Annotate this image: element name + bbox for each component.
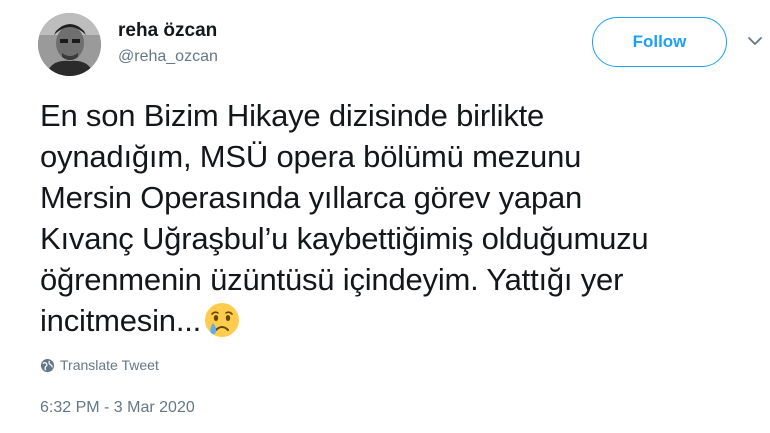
crying-face-emoji bbox=[205, 303, 240, 337]
tweet-text: En son Bizim Hikaye dizisinde birlikte o… bbox=[40, 95, 760, 341]
author-name[interactable]: reha özcan bbox=[118, 20, 217, 42]
tweet-card: reha özcan @reha_ozcan Follow En son Biz… bbox=[0, 0, 770, 433]
tweet-text-line: Mersin Operasında yıllarca görev yapan bbox=[40, 180, 583, 215]
tweet-text-line: En son Bizim Hikaye dizisinde birlikte bbox=[40, 98, 545, 133]
translate-tweet-link[interactable]: Translate Tweet bbox=[40, 357, 159, 373]
tweet-text-last-line: incitmesin... bbox=[40, 300, 760, 341]
avatar-image bbox=[38, 13, 101, 76]
avatar[interactable] bbox=[38, 13, 101, 76]
tweet-text-line: incitmesin... bbox=[40, 303, 202, 338]
translate-label[interactable]: Translate Tweet bbox=[60, 357, 159, 373]
tweet-text-line: oynadığım, MSÜ opera bölümü mezunu bbox=[40, 139, 582, 174]
follow-button[interactable]: Follow bbox=[592, 17, 727, 67]
globe-icon bbox=[40, 358, 55, 372]
tweet-text-line: Kıvanç Uğraşbul’u kaybettiğimiş olduğumu… bbox=[40, 221, 649, 256]
chevron-down-icon[interactable] bbox=[746, 34, 764, 48]
tweet-text-line: öğrenmenin üzüntüsü içindeyim. Yattığı y… bbox=[40, 262, 624, 297]
tweet-timestamp[interactable]: 6:32 PM - 3 Mar 2020 bbox=[40, 399, 195, 417]
author-handle[interactable]: @reha_ozcan bbox=[118, 48, 218, 66]
